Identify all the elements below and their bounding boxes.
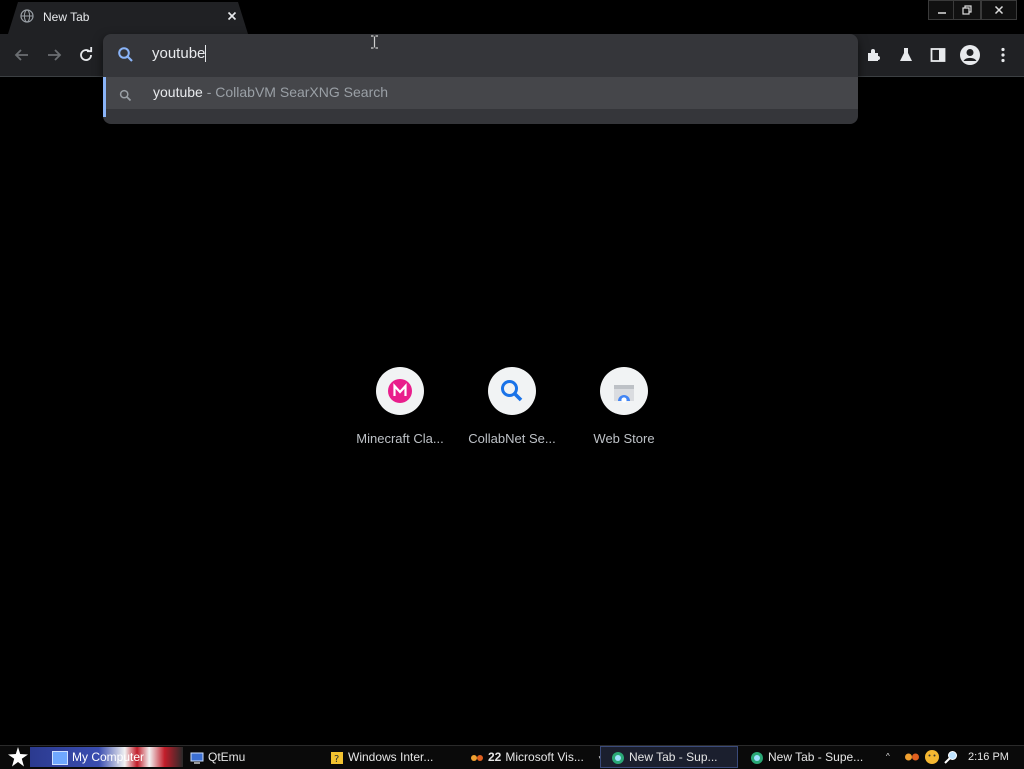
tray-visual-studio-icon[interactable] xyxy=(904,747,920,767)
shortcut-label: CollabNet Se... xyxy=(468,431,556,446)
taskbar-item-label: New Tab - Sup... xyxy=(629,750,718,764)
shortcut-label: Minecraft Cla... xyxy=(356,431,444,446)
web-store-icon xyxy=(614,385,634,403)
shortcut-collabnet-search[interactable]: CollabNet Se... xyxy=(456,367,568,446)
labs-flask-icon[interactable] xyxy=(896,45,916,65)
tray-emoji-icon[interactable] xyxy=(924,747,940,767)
search-icon xyxy=(119,89,132,102)
shortcut-label: Web Store xyxy=(593,431,655,446)
forward-arrow-icon[interactable] xyxy=(44,45,64,65)
menu-dots-icon[interactable] xyxy=(993,45,1013,65)
globe-icon xyxy=(20,9,34,23)
taskbar-item-label: Windows Inter... xyxy=(348,750,434,764)
ibeam-cursor-icon xyxy=(370,35,379,49)
extensions-icon[interactable] xyxy=(864,45,884,65)
taskbar-item-label: Microsoft Vis... xyxy=(505,750,584,764)
taskbar-item-my-computer[interactable]: My Computer xyxy=(30,747,183,767)
shortcut-icon-tile xyxy=(488,367,536,415)
tray-magnifier-icon[interactable] xyxy=(943,747,959,767)
text-caret xyxy=(205,45,206,62)
suggestion-text: youtube - CollabVM SearXNG Search xyxy=(153,84,388,100)
taskbar-item-new-tab-2[interactable]: New Tab - Supe... xyxy=(750,747,863,767)
suggestion-query: youtube xyxy=(153,84,203,100)
tab-title: New Tab xyxy=(43,10,90,24)
computer-icon xyxy=(52,750,68,765)
search-icon xyxy=(501,380,523,402)
shortcut-minecraft-classic[interactable]: Minecraft Cla... xyxy=(344,367,456,446)
search-icon xyxy=(117,46,134,63)
close-tab-icon[interactable] xyxy=(224,8,240,24)
taskbar-clock[interactable]: 2:16 PM xyxy=(968,747,1009,767)
suggestion-focus-bar xyxy=(103,77,106,117)
shortcut-icon-tile xyxy=(600,367,648,415)
profile-avatar-icon[interactable] xyxy=(959,44,981,66)
taskbar-item-new-tab-1[interactable]: New Tab - Sup... xyxy=(600,746,738,768)
reload-icon[interactable] xyxy=(76,45,96,65)
close-window-button[interactable] xyxy=(981,0,1017,20)
help-icon: ? xyxy=(330,751,344,765)
minecraft-classic-icon xyxy=(388,379,412,403)
suggestion-separator: - xyxy=(206,84,212,100)
visual-studio-icon xyxy=(470,751,484,765)
tray-expand-icon[interactable]: ^ xyxy=(886,747,890,767)
taskbar-item-qtemu[interactable]: QtEmu xyxy=(190,747,245,767)
taskbar-item-windows-internet[interactable]: ? Windows Inter... xyxy=(330,747,433,767)
side-panel-icon[interactable] xyxy=(928,45,948,65)
svg-text:?: ? xyxy=(334,754,339,765)
taskbar-item-microsoft-visual[interactable]: 22Microsoft Vis... ▼ xyxy=(470,747,605,767)
taskbar-item-label: QtEmu xyxy=(208,750,246,764)
taskbar-group-count: 22 xyxy=(488,750,502,764)
start-star-icon[interactable] xyxy=(6,746,30,768)
shortcut-icon-tile xyxy=(376,367,424,415)
omnibox-input[interactable]: youtube xyxy=(152,45,205,62)
minimize-window-button[interactable] xyxy=(928,0,956,20)
qtemu-icon xyxy=(190,751,204,765)
taskbar-item-label: New Tab - Supe... xyxy=(768,750,864,764)
restore-window-button[interactable] xyxy=(953,0,981,20)
suggestion-engine: CollabVM SearXNG Search xyxy=(215,84,389,100)
browser-icon xyxy=(750,751,764,765)
taskbar-item-label: My Computer xyxy=(72,750,145,764)
shortcut-web-store[interactable]: Web Store xyxy=(568,367,680,446)
browser-icon xyxy=(611,751,625,765)
back-arrow-icon[interactable] xyxy=(12,45,32,65)
